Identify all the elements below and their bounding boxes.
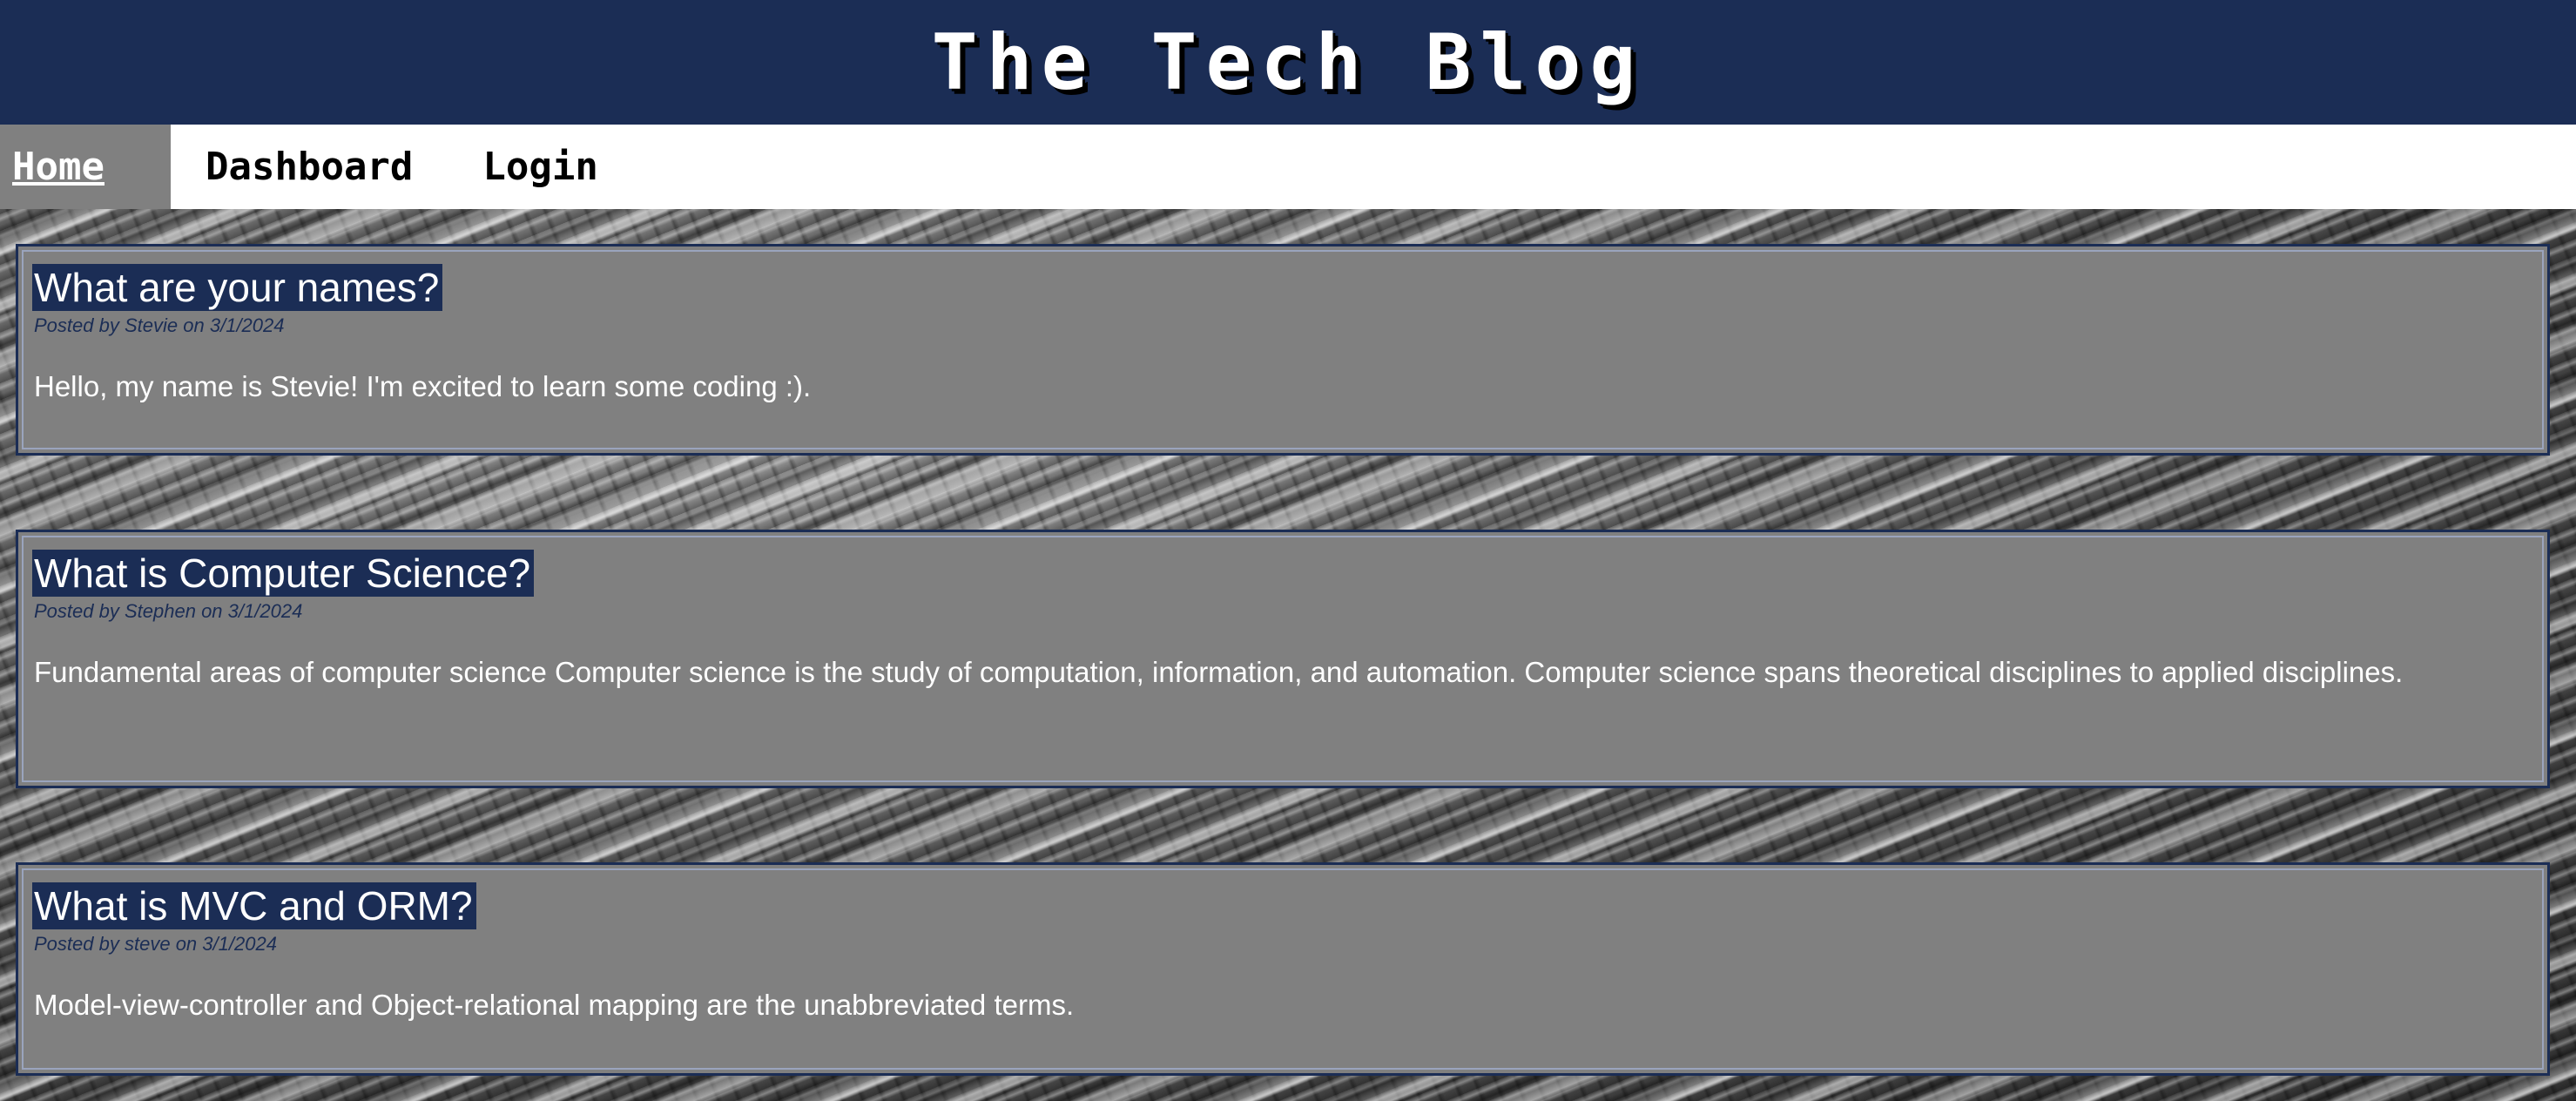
post-title[interactable]: What is MVC and ORM? (32, 882, 476, 929)
site-header: The Tech Blog (0, 0, 2576, 125)
post-body: Fundamental areas of computer science Co… (34, 656, 2404, 688)
post-meta-prefix: Posted by (34, 600, 119, 622)
main-nav: Home Dashboard Login (0, 125, 2576, 209)
post-card[interactable]: What are your names? Posted by Stevie on… (16, 244, 2550, 456)
post-date: 3/1/2024 (209, 314, 285, 336)
nav-dashboard-link[interactable]: Dashboard (171, 125, 448, 209)
post-card[interactable]: What is Computer Science? Posted by Step… (16, 530, 2550, 788)
post-meta: Posted by Stephen on 3/1/2024 (34, 600, 2533, 623)
post-card[interactable]: What is MVC and ORM? Posted by steve on … (16, 862, 2550, 1076)
post-date: 3/1/2024 (227, 600, 303, 622)
post-author: Stevie (124, 314, 179, 336)
post-title[interactable]: What is Computer Science? (32, 550, 535, 597)
post-author: steve (124, 933, 171, 955)
post-date: 3/1/2024 (202, 933, 277, 955)
post-meta: Posted by steve on 3/1/2024 (34, 933, 2533, 956)
post-meta-on: on (183, 314, 205, 336)
nav-login-link[interactable]: Login (448, 125, 632, 209)
post-body: Hello, my name is Stevie! I'm excited to… (34, 370, 812, 402)
site-title: The Tech Blog (931, 17, 1645, 107)
post-author: Stephen (124, 600, 196, 622)
nav-home-link[interactable]: Home (0, 125, 171, 209)
post-meta: Posted by Stevie on 3/1/2024 (34, 314, 2533, 337)
post-meta-on: on (201, 600, 223, 622)
post-meta-prefix: Posted by (34, 933, 119, 955)
post-meta-prefix: Posted by (34, 314, 119, 336)
post-meta-on: on (175, 933, 198, 955)
post-title[interactable]: What are your names? (32, 264, 443, 311)
post-body: Model-view-controller and Object-relatio… (34, 989, 1075, 1021)
